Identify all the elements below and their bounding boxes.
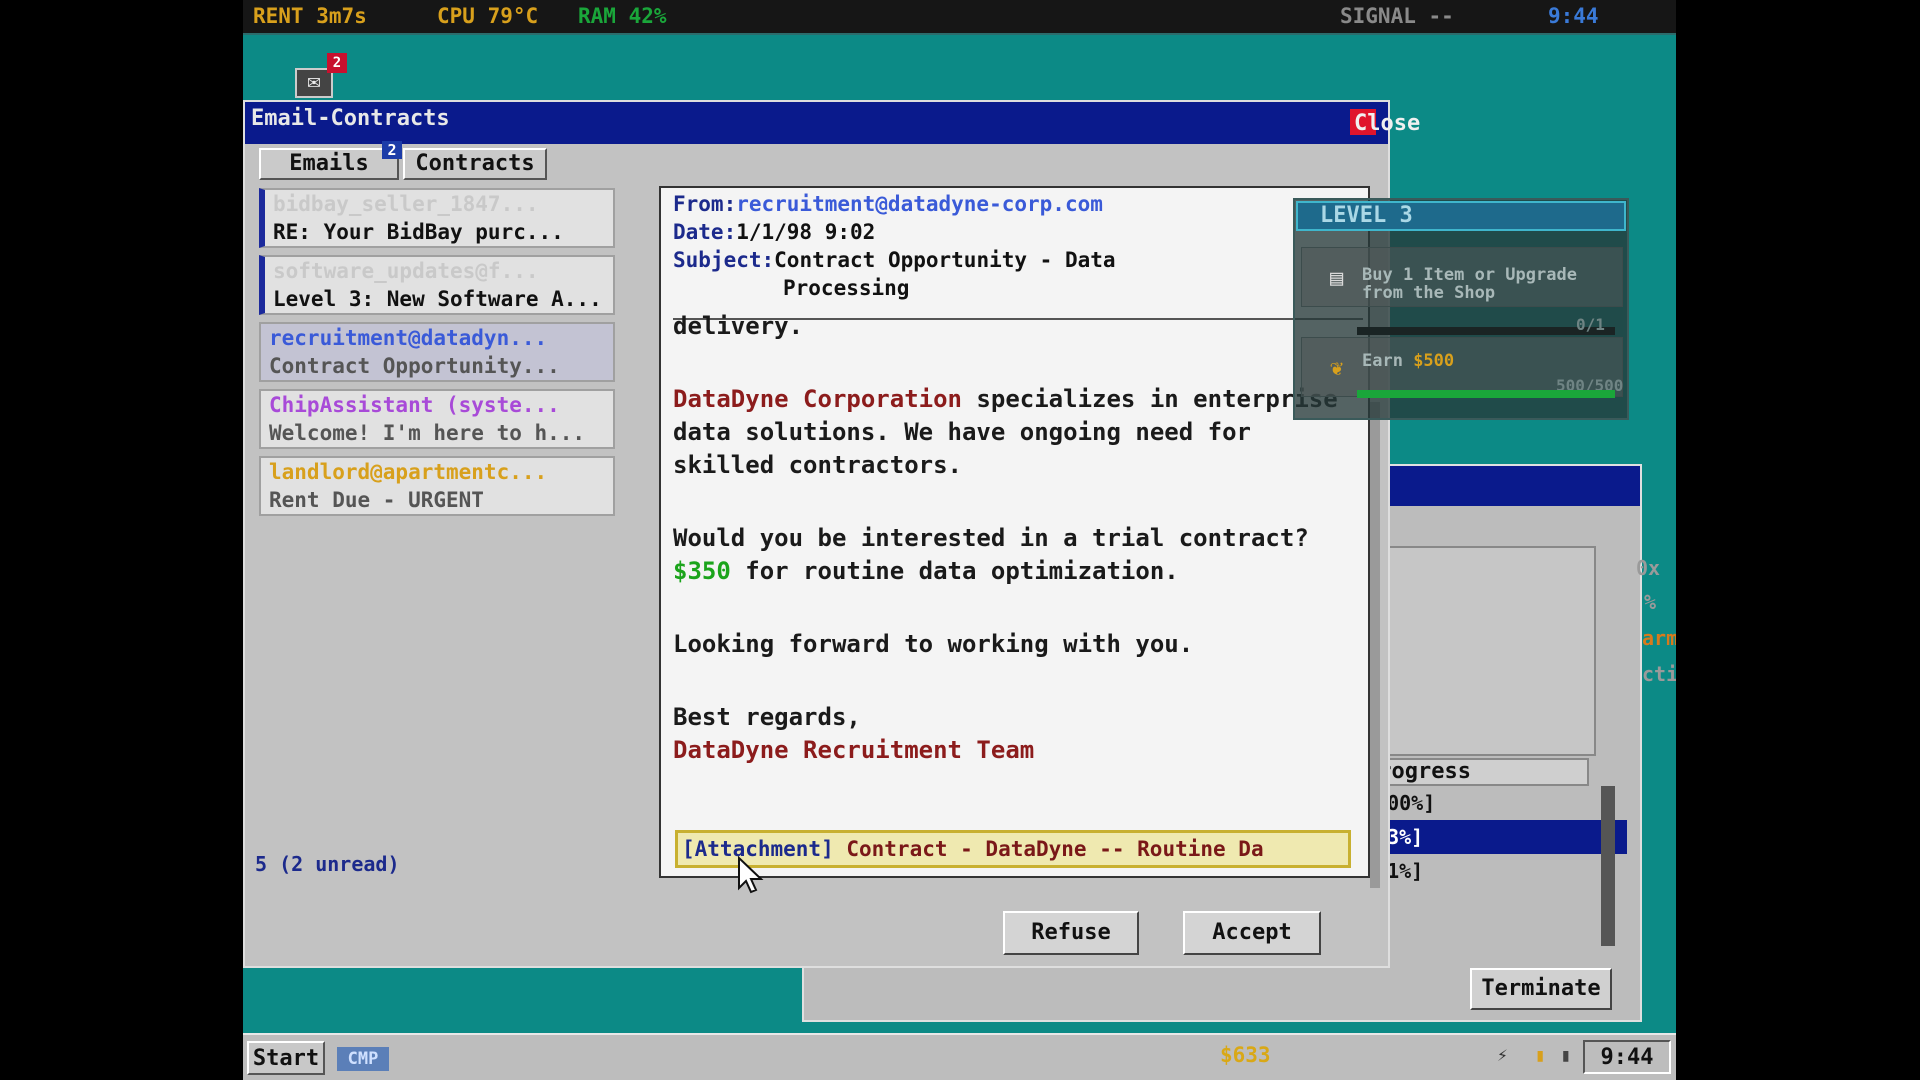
signature-team: DataDyne Recruitment Team <box>673 736 1035 764</box>
company-name: DataDyne Corporation <box>673 385 962 413</box>
body-paragraph: DataDyne Corporation specializes in ente… <box>673 383 1363 482</box>
quest-text-prefix: Earn <box>1362 351 1414 371</box>
mail-subject: Contract Opportunity... <box>269 354 560 378</box>
quest-amount: $500 <box>1413 351 1455 371</box>
list-item[interactable]: software_updates@f... Level 3: New Softw… <box>259 255 615 315</box>
document-icon: ▤ <box>1330 266 1344 291</box>
quest-progress-fill <box>1357 390 1615 398</box>
tray-icons: ⚡ ▮ ▮ <box>1497 1045 1571 1066</box>
faded-label: 0x <box>1636 556 1661 580</box>
quest-progress-text: 0/1 <box>1576 315 1605 334</box>
mail-from: landlord@apartmentc... <box>269 460 548 484</box>
subject-value-line2: Processing <box>783 276 910 300</box>
status-clock: 9:44 <box>1548 4 1599 28</box>
window-title: Email-Contracts <box>251 106 450 131</box>
money-bag-icon: ❦ <box>1330 356 1344 381</box>
mail-count: 5 (2 unread) <box>255 852 400 876</box>
attachment-link[interactable]: [Attachment] Contract - DataDyne -- Rout… <box>675 830 1351 868</box>
rent-timer: RENT 3m7s <box>253 4 367 28</box>
cpu-temp: CPU 79°C <box>437 4 539 28</box>
status-bar: RENT 3m7s CPU 79°C RAM 42% SIGNAL -- 9:4… <box>243 0 1676 35</box>
emails-unread-badge: 2 <box>382 141 402 159</box>
body-paragraph: Would you be interested in a trial contr… <box>673 522 1363 588</box>
mail-subject: Welcome! I'm here to h... <box>269 421 586 445</box>
quest-text: Earn $500 <box>1362 352 1454 370</box>
email-date-line: Date:1/1/98 9:02 <box>673 220 875 244</box>
tab-contracts[interactable]: Contracts <box>403 148 547 180</box>
subject-label: Subject: <box>673 248 775 272</box>
taskbar-app-button[interactable]: CMP <box>337 1047 389 1071</box>
accept-button[interactable]: Accept <box>1183 911 1321 955</box>
attachment-name: Contract - DataDyne -- Routine Da <box>833 837 1264 861</box>
network-icon[interactable]: ⚡ <box>1497 1045 1508 1066</box>
signature-greeting: Best regards, <box>673 703 861 731</box>
money-balance: $633 <box>1220 1043 1271 1067</box>
tab-emails[interactable]: Emails <box>259 148 399 180</box>
list-item[interactable]: ChipAssistant (syste... Welcome! I'm her… <box>259 389 615 449</box>
list-item-selected[interactable]: recruitment@datadyn... Contract Opportun… <box>259 322 615 382</box>
contract-amount: $350 <box>673 557 731 585</box>
email-window: Email-Contracts Close Emails 2 Contracts… <box>243 100 1420 968</box>
mail-subject: Rent Due - URGENT <box>269 488 484 512</box>
email-from-line: From:recruitment@datadyne-corp.com <box>673 192 1103 216</box>
ram-usage: RAM 42% <box>578 4 667 28</box>
level-title: LEVEL 3 <box>1296 201 1626 231</box>
from-address-link[interactable]: recruitment@datadyne-corp.com <box>736 192 1103 216</box>
mail-from: bidbay_seller_1847... <box>273 192 539 216</box>
body-text: for routine data optimization. <box>730 557 1179 585</box>
cut-off-line: delivery. <box>673 312 804 340</box>
mail-subject: RE: Your BidBay purc... <box>273 220 564 244</box>
mouse-cursor-icon <box>738 856 764 894</box>
battery-icon[interactable]: ▮ <box>1535 1045 1546 1066</box>
taskbar: Start CMP $633 ⚡ ▮ ▮ 9:44 <box>243 1033 1676 1080</box>
taskbar-clock: 9:44 <box>1583 1040 1671 1074</box>
refuse-button[interactable]: Refuse <box>1003 911 1139 955</box>
quest-text: Buy 1 Item or Upgrade from the Shop <box>1362 266 1577 302</box>
quest-text-line1: Buy 1 Item or Upgrade <box>1362 265 1577 285</box>
subject-value: Contract Opportunity - Data <box>774 248 1116 272</box>
quest-progress-bar <box>1357 390 1615 398</box>
mail-from: ChipAssistant (syste... <box>269 393 560 417</box>
faded-label: cti... <box>1642 662 1676 686</box>
mail-from: recruitment@datadyn... <box>269 326 548 350</box>
email-body: delivery. DataDyne Corporation specializ… <box>673 312 1363 767</box>
terminate-button[interactable]: Terminate <box>1470 968 1612 1010</box>
quest-item: ▤ Buy 1 Item or Upgrade from the Shop <box>1301 247 1623 307</box>
signature: Best regards, DataDyne Recruitment Team <box>673 701 1363 767</box>
email-window-titlebar[interactable]: Email-Contracts <box>245 102 1388 144</box>
mail-from: software_updates@f... <box>273 259 539 283</box>
subject-value-continued: Processing <box>783 276 909 300</box>
game-screen: RENT 3m7s CPU 79°C RAM 42% SIGNAL -- 9:4… <box>243 0 1676 1080</box>
volume-icon[interactable]: ▮ <box>1560 1045 1571 1066</box>
date-label: Date: <box>673 220 737 244</box>
faded-label: arm <box>1642 626 1676 650</box>
list-item[interactable]: bidbay_seller_1847... RE: Your BidBay pu… <box>259 188 615 248</box>
mail-unread-badge: 2 <box>327 53 347 73</box>
quest-text-line2: from the Shop <box>1362 283 1496 303</box>
process-scrollbar[interactable] <box>1601 786 1615 946</box>
from-label: From: <box>673 192 737 216</box>
reading-pane-scrollbar[interactable] <box>1370 402 1380 888</box>
list-item[interactable]: landlord@apartmentc... Rent Due - URGENT <box>259 456 615 516</box>
start-button[interactable]: Start <box>247 1041 325 1075</box>
close-label: Close <box>1354 111 1421 136</box>
body-text: Would you be interested in a trial contr… <box>673 524 1309 552</box>
email-reading-pane[interactable]: From:recruitment@datadyne-corp.com Date:… <box>659 186 1370 878</box>
body-paragraph: Looking forward to working with you. <box>673 630 1194 658</box>
signal-status: SIGNAL -- <box>1340 4 1454 28</box>
date-value: 1/1/98 9:02 <box>736 220 876 244</box>
mail-subject: Level 3: New Software A... <box>273 287 602 311</box>
email-subject-line: Subject:Contract Opportunity - Data <box>673 248 1116 272</box>
faded-label: % <box>1644 590 1657 614</box>
